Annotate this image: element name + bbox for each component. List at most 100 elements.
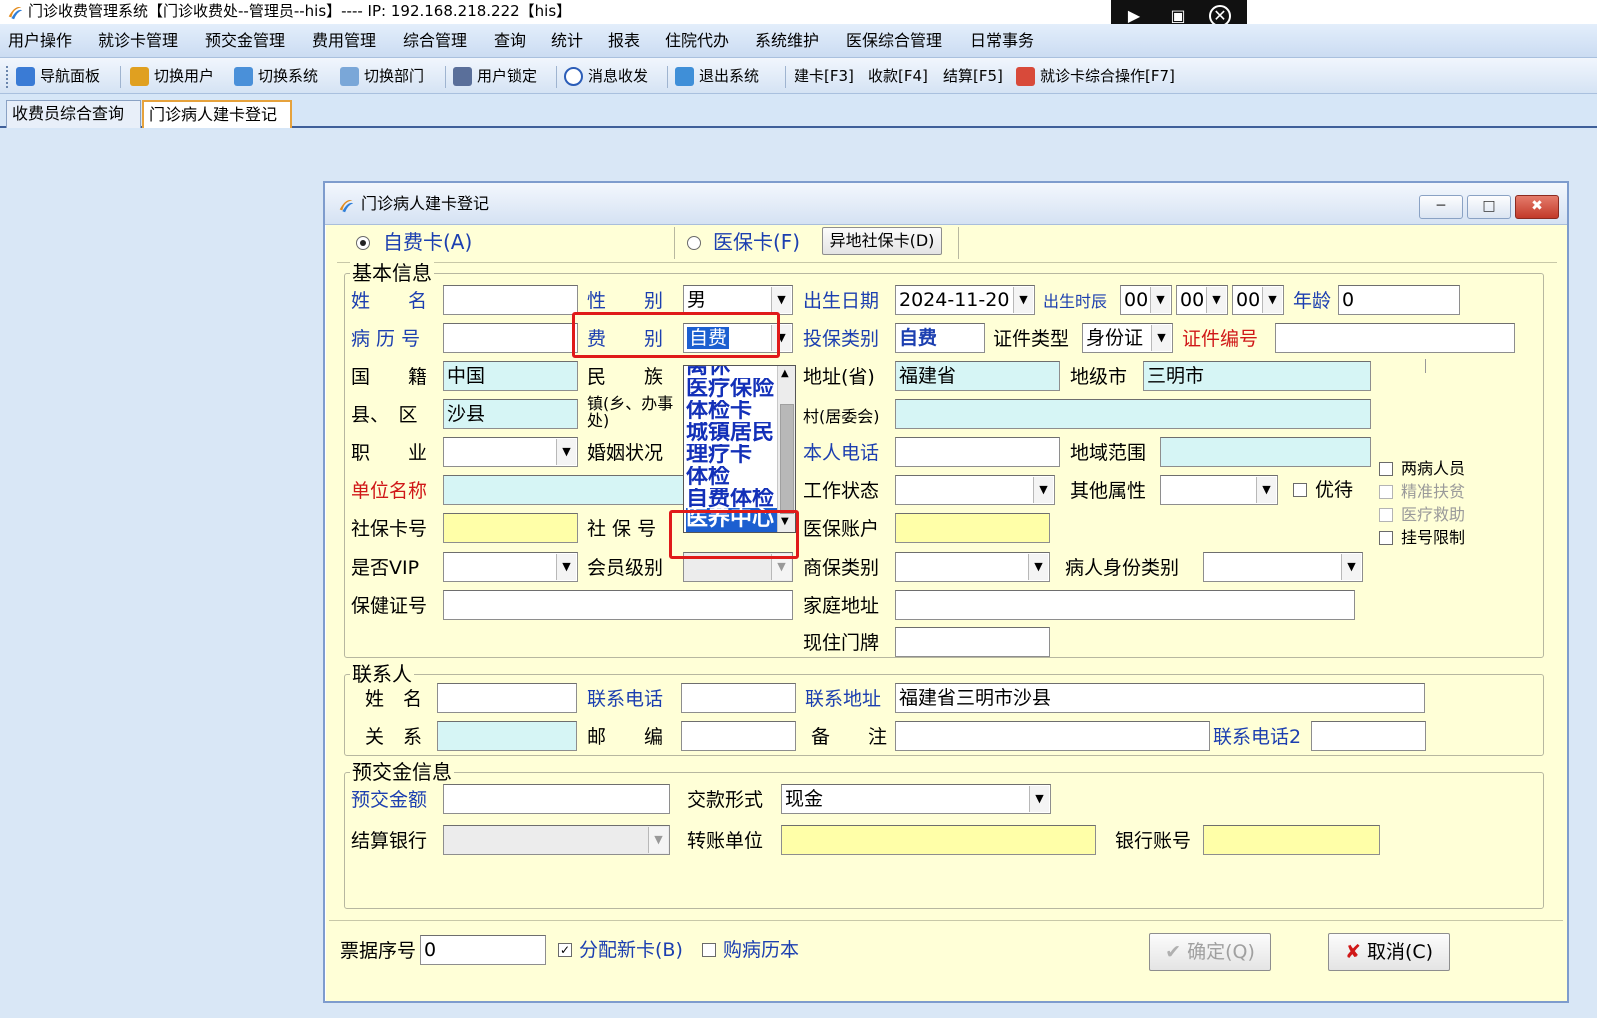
buy-record-book-checkbox[interactable]: [702, 943, 716, 957]
lock-user-button[interactable]: 用户锁定: [453, 62, 537, 90]
self-pay-card-radio[interactable]: [356, 236, 370, 250]
switch-dept-button[interactable]: 切换部门: [340, 62, 424, 90]
id-number-label: 证件编号: [1182, 328, 1259, 350]
two-diseases-checkbox[interactable]: [1379, 462, 1393, 476]
nav-panel-button[interactable]: 导航面板: [16, 62, 100, 90]
card-ops-f7-button[interactable]: 就诊卡综合操作[F7]: [1016, 62, 1175, 90]
fee-option-therapy-card[interactable]: 理疗卡: [686, 444, 778, 468]
city-label: 地级市: [1070, 366, 1128, 388]
insurance-category-label: 投保类别: [803, 328, 880, 350]
chevron-down-icon: ▼: [1206, 287, 1226, 313]
other-attr-select[interactable]: ▼: [1160, 475, 1278, 505]
menu-query[interactable]: 查询: [494, 24, 526, 58]
insurance-card-radio[interactable]: [687, 236, 701, 250]
menu-prepay-mgmt[interactable]: 预交金管理: [205, 24, 285, 58]
id-type-label: 证件类型: [993, 328, 1070, 350]
patient-identity-select[interactable]: ▼: [1203, 552, 1363, 582]
contact-phone-input[interactable]: [681, 683, 796, 713]
card-type-bar: [337, 225, 1557, 263]
menu-reports[interactable]: 报表: [608, 24, 640, 58]
menu-general-mgmt[interactable]: 综合管理: [403, 24, 467, 58]
maximize-button[interactable]: □: [1467, 195, 1511, 219]
occupation-select[interactable]: ▼: [443, 437, 578, 467]
gender-label: 性 别: [587, 290, 664, 312]
village-input[interactable]: [895, 399, 1371, 429]
fee-option-medical-ins[interactable]: 医疗保险: [686, 378, 778, 402]
exit-system-button[interactable]: 退出系统: [675, 62, 759, 90]
nationality-input[interactable]: 中国: [443, 361, 578, 391]
own-phone-input[interactable]: [895, 437, 1060, 467]
receipt-no-input[interactable]: 0: [420, 935, 546, 965]
gender-select[interactable]: 男 ▼: [683, 285, 793, 315]
menu-fee-mgmt[interactable]: 费用管理: [312, 24, 376, 58]
home-address-input[interactable]: [895, 590, 1355, 620]
self-pay-card-label[interactable]: 自费卡(A): [383, 229, 472, 255]
id-type-select[interactable]: 身份证 ▼: [1082, 323, 1173, 353]
insurance-category-input[interactable]: 自费: [895, 323, 985, 353]
birth-second-select[interactable]: 00 ▼: [1232, 285, 1284, 315]
birth-hour-select[interactable]: 00 ▼: [1120, 285, 1172, 315]
commercial-ins-select[interactable]: ▼: [895, 552, 1050, 582]
door-number-input[interactable]: [895, 627, 1050, 657]
cancel-button[interactable]: ✘ 取消(C): [1328, 933, 1450, 971]
tab-card-registration[interactable]: 门诊病人建卡登记: [142, 100, 292, 128]
menu-inpatient-proxy[interactable]: 住院代办: [665, 24, 729, 58]
menu-card-mgmt[interactable]: 就诊卡管理: [98, 24, 178, 58]
collect-f4-button[interactable]: 收款[F4]: [868, 62, 928, 90]
tab-cashier-query[interactable]: 收费员综合查询: [6, 100, 141, 128]
remote-social-card-button[interactable]: 异地社保卡(D): [822, 227, 942, 255]
insurance-account-input[interactable]: [895, 513, 1050, 543]
menu-system-maint[interactable]: 系统维护: [755, 24, 819, 58]
birth-date-picker[interactable]: 2024-11-20 ▼: [895, 285, 1035, 315]
contact-address-input[interactable]: 福建省三明市沙县: [895, 683, 1425, 713]
card-registration-dialog: 门诊病人建卡登记 ─ □ ✖ 自费卡(A) 医保卡(F) 异地社保卡(D) 基本…: [323, 181, 1569, 1003]
payment-method-select[interactable]: 现金 ▼: [781, 784, 1051, 814]
close-button[interactable]: ✖: [1515, 195, 1559, 219]
remark-input[interactable]: [895, 721, 1210, 751]
name-input[interactable]: [443, 285, 578, 315]
fee-option-checkup-card[interactable]: 体检卡: [686, 400, 778, 424]
minimize-button[interactable]: ─: [1419, 195, 1463, 219]
assign-new-card-checkbox[interactable]: ✓: [558, 943, 572, 957]
settle-f5-button[interactable]: 结算[F5]: [943, 62, 1003, 90]
dropdown-scrollbar[interactable]: ▲ ▼: [777, 366, 795, 532]
city-input[interactable]: 三明市: [1143, 361, 1371, 391]
social-card-input[interactable]: [443, 513, 578, 543]
insurance-account-label: 医保账户: [803, 518, 880, 540]
contact-phone-label: 联系电话: [587, 688, 664, 710]
transfer-unit-input[interactable]: [781, 825, 1096, 855]
relation-input[interactable]: [437, 721, 577, 751]
insurance-card-label[interactable]: 医保卡(F): [713, 229, 800, 255]
work-status-select[interactable]: ▼: [895, 475, 1055, 505]
vip-select[interactable]: ▼: [443, 552, 578, 582]
menu-stats[interactable]: 统计: [551, 24, 583, 58]
fee-option-checkup[interactable]: 体检: [686, 466, 778, 490]
record-no-input[interactable]: [443, 323, 578, 353]
create-card-f3-button[interactable]: 建卡[F3]: [794, 62, 854, 90]
menu-medical-ins[interactable]: 医保综合管理: [846, 24, 942, 58]
menu-user-ops[interactable]: 用户操作: [8, 24, 72, 58]
switch-system-button[interactable]: 切换系统: [234, 62, 318, 90]
menu-daily-affairs[interactable]: 日常事务: [970, 24, 1034, 58]
switch-user-button[interactable]: 切换用户: [130, 62, 214, 90]
scrollbar-thumb[interactable]: [780, 404, 794, 514]
bank-account-input[interactable]: [1203, 825, 1380, 855]
birth-minute-select[interactable]: 00 ▼: [1176, 285, 1228, 315]
contact-phone2-input[interactable]: [1311, 721, 1426, 751]
id-number-input[interactable]: [1275, 323, 1515, 353]
health-cert-input[interactable]: [443, 590, 793, 620]
priority-checkbox[interactable]: [1293, 483, 1307, 497]
prepay-amount-input[interactable]: [443, 784, 670, 814]
province-input[interactable]: 福建省: [895, 361, 1060, 391]
county-input[interactable]: 沙县: [443, 399, 578, 429]
region-input[interactable]: [1160, 437, 1371, 467]
contact-name-input[interactable]: [437, 683, 577, 713]
settlement-bank-select: ▼: [443, 825, 670, 855]
messages-button[interactable]: 消息收发: [564, 62, 648, 90]
patient-identity-label: 病人身份类别: [1065, 557, 1180, 579]
fee-option-urban-resident[interactable]: 城镇居民: [686, 422, 778, 446]
chevron-up-icon[interactable]: ▲: [781, 368, 789, 379]
registration-limit-checkbox[interactable]: [1379, 531, 1393, 545]
age-input[interactable]: 0: [1338, 285, 1460, 315]
zip-input[interactable]: [681, 721, 796, 751]
